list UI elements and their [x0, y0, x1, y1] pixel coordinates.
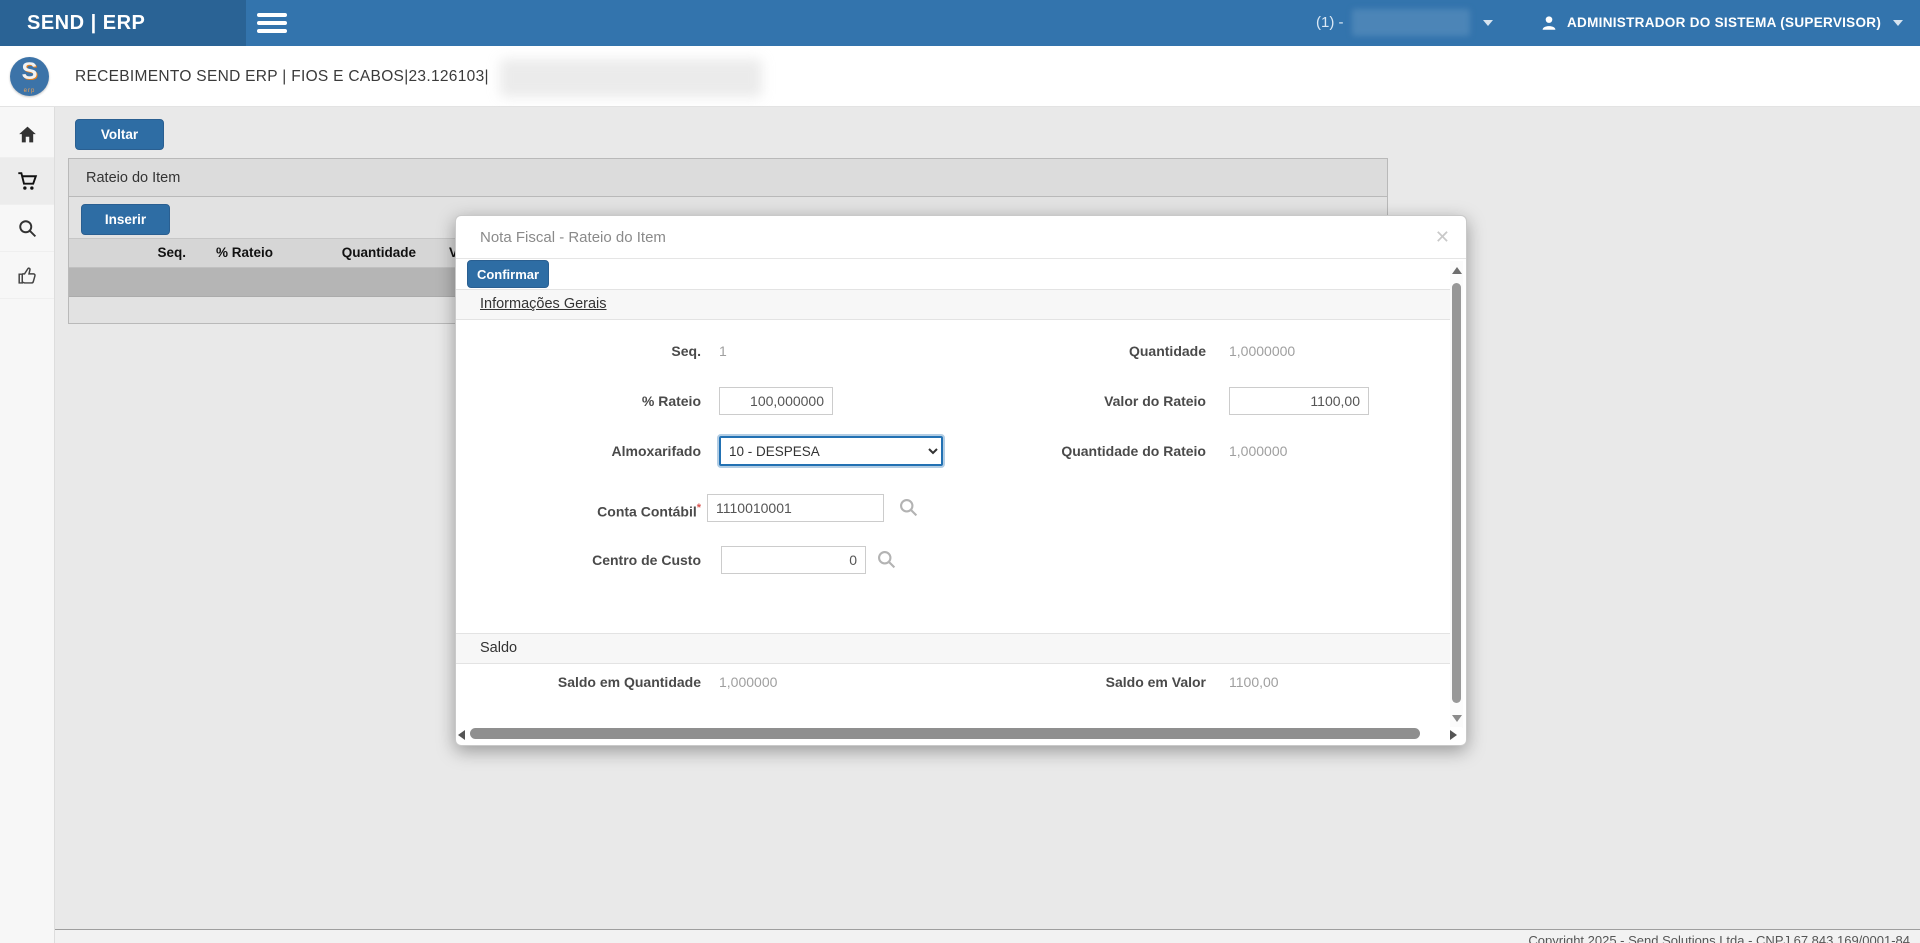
valor-rateio-input[interactable] — [1229, 387, 1369, 415]
company-prefix: (1) - — [1316, 0, 1344, 46]
scroll-left-icon[interactable] — [458, 730, 465, 740]
conta-contabil-input[interactable] — [707, 494, 884, 522]
scroll-down-icon[interactable] — [1452, 715, 1462, 722]
footer: Copyright 2025 - Send Solutions Ltda - C… — [55, 929, 1920, 943]
menu-hamburger-icon[interactable] — [257, 13, 287, 33]
page-title-redacted — [500, 59, 762, 97]
column-header-rateio: % Rateio — [186, 239, 273, 267]
field-row: Saldo em Quantidade 1,000000 Saldo em Va… — [456, 667, 1452, 697]
sidebar-item-approve[interactable] — [0, 252, 54, 299]
informacoes-gerais-link[interactable]: Informações Gerais — [480, 290, 607, 319]
saldo-valor-label: Saldo em Valor — [961, 667, 1206, 697]
sidebar-item-search[interactable] — [0, 205, 54, 252]
title-bar: S erp RECEBIMENTO SEND ERP | FIOS E CABO… — [0, 46, 1920, 107]
field-row: Almoxarifado 10 - DESPESA Quantidade do … — [456, 436, 1452, 466]
rateio-panel-header: Rateio do Item — [69, 159, 1387, 197]
user-name: ADMINISTRADOR DO SISTEMA (SUPERVISOR) — [1567, 0, 1881, 46]
conta-contabil-label: Conta Contábil* — [456, 493, 701, 527]
modal-title: Nota Fiscal - Rateio do Item — [480, 216, 666, 259]
scroll-up-icon[interactable] — [1452, 267, 1462, 274]
rateio-modal: Nota Fiscal - Rateio do Item ✕ Confirmar… — [455, 215, 1467, 746]
confirmar-button[interactable]: Confirmar — [467, 260, 549, 288]
saldo-quantidade-label: Saldo em Quantidade — [456, 667, 701, 697]
search-icon — [17, 218, 38, 239]
section-saldo: Saldo — [456, 633, 1452, 664]
top-bar: SEND | ERP (1) - ADMINISTRADOR DO SISTEM… — [0, 0, 1920, 46]
inserir-button[interactable]: Inserir — [81, 204, 170, 235]
saldo-section-title: Saldo — [480, 634, 517, 663]
field-row: % Rateio Valor do Rateio — [456, 386, 1452, 416]
chevron-down-icon — [1483, 20, 1493, 26]
app-brand: SEND | ERP — [27, 0, 145, 46]
modal-horizontal-scrollbar[interactable] — [458, 727, 1462, 741]
section-informacoes-gerais: Informações Gerais — [456, 289, 1452, 320]
sidebar-item-cart[interactable] — [0, 158, 54, 205]
app-logo: S erp — [10, 57, 49, 96]
cart-icon — [17, 171, 38, 192]
field-row: Conta Contábil* — [456, 493, 1452, 523]
quantidade-rateio-label: Quantidade do Rateio — [961, 436, 1206, 466]
valor-rateio-label: Valor do Rateio — [961, 386, 1206, 416]
company-name-redacted — [1352, 9, 1470, 36]
percent-rateio-input[interactable] — [719, 387, 833, 415]
copyright-text: Copyright 2025 - Send Solutions Ltda - C… — [1528, 933, 1910, 943]
saldo-valor-value: 1100,00 — [1229, 667, 1279, 697]
horizontal-scrollbar-thumb[interactable] — [470, 728, 1420, 739]
logo-sub: erp — [10, 88, 49, 94]
scroll-right-icon[interactable] — [1450, 730, 1457, 740]
almoxarifado-select[interactable]: 10 - DESPESA — [719, 436, 943, 466]
centro-custo-label: Centro de Custo — [456, 545, 701, 575]
voltar-button[interactable]: Voltar — [75, 119, 164, 150]
logo-letter: S — [10, 58, 49, 86]
modal-header: Nota Fiscal - Rateio do Item ✕ — [456, 216, 1466, 259]
quantidade-label: Quantidade — [961, 336, 1206, 366]
brand-section: SEND | ERP — [0, 0, 246, 46]
page-title: RECEBIMENTO SEND ERP | FIOS E CABOS|23.1… — [75, 46, 489, 107]
conta-contabil-search-icon[interactable] — [898, 497, 919, 518]
saldo-quantidade-value: 1,000000 — [719, 667, 777, 697]
column-header-quantidade: Quantidade — [273, 239, 416, 267]
sidebar — [0, 107, 55, 943]
field-row: Seq. 1 Quantidade 1,0000000 — [456, 336, 1452, 366]
column-header-seq: Seq. — [69, 239, 186, 267]
vertical-scrollbar-thumb[interactable] — [1452, 283, 1461, 703]
seq-value: 1 — [719, 336, 727, 366]
centro-custo-input[interactable] — [721, 546, 866, 574]
close-icon[interactable]: ✕ — [1435, 226, 1450, 248]
sidebar-item-home[interactable] — [0, 111, 54, 158]
page: SEND | ERP (1) - ADMINISTRADOR DO SISTEM… — [0, 0, 1920, 943]
person-icon — [1540, 14, 1558, 32]
quantidade-value: 1,0000000 — [1229, 336, 1295, 366]
field-row: Centro de Custo — [456, 545, 1452, 575]
rateio-panel-title: Rateio do Item — [86, 159, 180, 197]
seq-label: Seq. — [456, 336, 701, 366]
almoxarifado-label: Almoxarifado — [456, 436, 701, 466]
required-asterisk: * — [697, 502, 701, 514]
thumbs-up-icon — [17, 265, 38, 286]
quantidade-rateio-value: 1,000000 — [1229, 436, 1287, 466]
percent-rateio-label: % Rateio — [456, 386, 701, 416]
centro-custo-search-icon[interactable] — [876, 549, 897, 570]
home-icon — [17, 124, 38, 145]
modal-vertical-scrollbar[interactable] — [1450, 261, 1463, 728]
chevron-down-icon — [1893, 20, 1903, 26]
